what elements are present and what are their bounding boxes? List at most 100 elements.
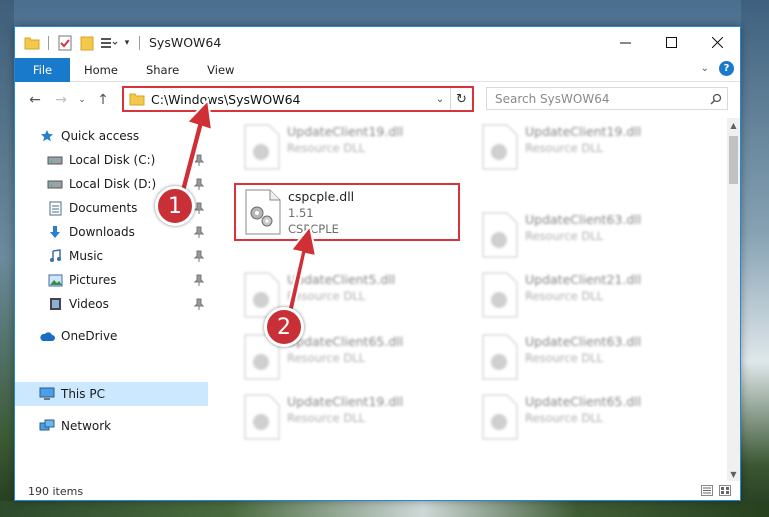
- forward-arrow-icon[interactable]: →: [49, 88, 73, 112]
- pin-icon[interactable]: [194, 250, 204, 262]
- address-path[interactable]: C:\Windows\SysWOW64: [151, 92, 430, 107]
- list-item[interactable]: UpdateClient65.dll Resource DLL: [473, 390, 701, 444]
- drive-icon: [47, 152, 63, 168]
- dll-file-icon: [482, 124, 518, 170]
- sidebar-item-onedrive[interactable]: OneDrive: [15, 324, 208, 348]
- file-type: Resource DLL: [525, 289, 604, 303]
- search-icon[interactable]: [705, 93, 727, 105]
- search-input[interactable]: [495, 91, 705, 106]
- properties-check-icon[interactable]: [56, 34, 74, 52]
- recent-locations-icon[interactable]: ⌄: [75, 88, 89, 112]
- scroll-up-icon[interactable]: ▲: [727, 118, 740, 132]
- expand-ribbon-icon[interactable]: ⌄: [701, 63, 709, 74]
- file-type: Resource DLL: [287, 411, 366, 425]
- chevron-down-icon[interactable]: ⌄: [430, 94, 450, 105]
- pin-icon[interactable]: [194, 202, 204, 214]
- dll-file-icon: [244, 394, 280, 440]
- toolbar-divider: [48, 35, 49, 50]
- back-arrow-icon[interactable]: ←: [23, 88, 47, 112]
- dll-file-icon: [244, 124, 280, 170]
- up-arrow-icon[interactable]: ↑: [91, 88, 115, 112]
- sidebar-item-quick-access[interactable]: Quick access: [15, 124, 208, 148]
- sidebar-item-label: Local Disk (C:): [69, 153, 156, 167]
- maximize-icon: [665, 36, 677, 48]
- status-bar: 190 items: [15, 481, 740, 500]
- help-icon[interactable]: ?: [719, 61, 734, 76]
- file-description: CSPCPLE: [288, 222, 339, 236]
- sidebar-item-local-disk-c[interactable]: Local Disk (C:): [15, 148, 208, 172]
- item-count: 190 items: [28, 484, 84, 498]
- file-type: Resource DLL: [525, 141, 604, 155]
- dll-file-icon: [482, 272, 518, 318]
- folder-icon[interactable]: [23, 34, 41, 52]
- focused-file-tile[interactable]: cspcple.dll 1.51 CSPCPLE: [234, 183, 460, 241]
- sidebar-item-videos[interactable]: Videos: [15, 292, 208, 316]
- toolbar-divider: [139, 35, 140, 50]
- desktop-background-left: [0, 0, 14, 517]
- close-button[interactable]: [694, 27, 740, 57]
- list-item[interactable]: UpdateClient21.dll Resource DLL: [473, 268, 701, 322]
- pin-icon[interactable]: [194, 298, 204, 310]
- sidebar-item-pictures[interactable]: Pictures: [15, 268, 208, 292]
- desktop-background-right: [741, 0, 769, 517]
- sidebar-item-this-pc[interactable]: This PC: [15, 382, 208, 406]
- file-type: Resource DLL: [287, 289, 366, 303]
- step-callout-2: 2: [264, 307, 304, 347]
- dll-file-icon: [482, 212, 518, 258]
- list-item[interactable]: UpdateClient63.dll Resource DLL: [473, 330, 701, 384]
- chevron-down-icon[interactable]: ▾: [122, 34, 132, 52]
- tab-share[interactable]: Share: [132, 58, 193, 82]
- film-icon: [47, 296, 63, 312]
- sidebar-item-network[interactable]: Network: [15, 414, 208, 438]
- title-bar: ▾ SysWOW64: [15, 27, 740, 58]
- cloud-icon: [39, 328, 55, 344]
- file-type: Resource DLL: [287, 351, 366, 365]
- pin-icon[interactable]: [194, 154, 204, 166]
- sidebar-item-label: Pictures: [69, 273, 117, 287]
- music-note-icon: [47, 248, 63, 264]
- maximize-button[interactable]: [648, 27, 694, 57]
- tab-file[interactable]: File: [15, 57, 70, 82]
- list-item[interactable]: UpdateClient19.dll Resource DLL: [473, 120, 701, 174]
- sidebar-item-music[interactable]: Music: [15, 244, 208, 268]
- tab-view[interactable]: View: [193, 58, 248, 82]
- file-type: Resource DLL: [525, 411, 604, 425]
- customize-toolbar-icon[interactable]: [100, 34, 118, 52]
- vertical-scrollbar[interactable]: ▲ ▼: [727, 118, 740, 481]
- refresh-icon[interactable]: ↻: [450, 88, 472, 110]
- file-list: UpdateClient19.dll Resource DLL UpdateCli…: [223, 118, 727, 481]
- file-type: Resource DLL: [287, 141, 366, 155]
- list-item-cspcple[interactable]: cspcple.dll 1.51 CSPCPLE: [236, 185, 458, 239]
- view-toggle: [700, 484, 732, 497]
- drive-icon: [47, 176, 63, 192]
- list-item[interactable]: UpdateClient19.dll Resource DLL: [235, 390, 463, 444]
- details-view-icon[interactable]: [700, 484, 714, 497]
- list-item[interactable]: UpdateClient63.dll Resource DLL: [473, 208, 701, 262]
- scrollbar-thumb[interactable]: [729, 136, 738, 184]
- pictures-icon: [47, 272, 63, 288]
- download-arrow-icon: [47, 224, 63, 240]
- large-icons-view-icon[interactable]: [718, 484, 732, 497]
- file-name: UpdateClient5.dll: [287, 272, 396, 287]
- documents-icon: [47, 200, 63, 216]
- file-name: UpdateClient65.dll: [525, 394, 642, 409]
- search-box[interactable]: [486, 87, 728, 110]
- sidebar-item-label: Documents: [69, 201, 138, 215]
- file-name: UpdateClient21.dll: [525, 272, 642, 287]
- sidebar-item-label: Local Disk (D:): [69, 177, 157, 191]
- pin-icon[interactable]: [194, 274, 204, 286]
- pin-icon[interactable]: [194, 226, 204, 238]
- file-name: UpdateClient63.dll: [525, 212, 642, 227]
- folder-icon: [129, 93, 145, 106]
- list-item[interactable]: UpdateClient19.dll Resource DLL: [235, 120, 463, 174]
- sidebar-item-label: Videos: [69, 297, 109, 311]
- scroll-down-icon[interactable]: ▼: [727, 467, 740, 481]
- pin-icon[interactable]: [194, 178, 204, 190]
- step-callout-1: 1: [155, 186, 195, 226]
- new-folder-icon[interactable]: [78, 34, 96, 52]
- address-bar[interactable]: C:\Windows\SysWOW64 ⌄ ↻: [122, 86, 474, 112]
- minimize-button[interactable]: [602, 27, 648, 57]
- quick-access-toolbar: ▾: [15, 27, 143, 58]
- tab-home[interactable]: Home: [70, 58, 132, 82]
- file-name: UpdateClient19.dll: [287, 394, 404, 409]
